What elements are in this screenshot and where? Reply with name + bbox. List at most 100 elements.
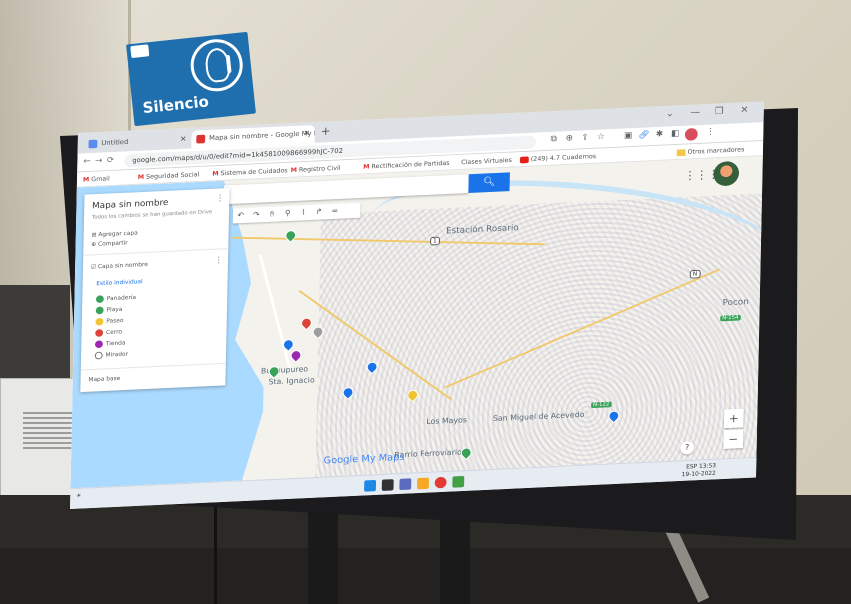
bookmark-otros[interactable]: Otros marcadores [676, 146, 745, 157]
search-icon: 🔍︎ [482, 176, 496, 188]
line-icon[interactable]: ⌇ [295, 205, 311, 221]
back-icon[interactable]: ← [83, 157, 91, 167]
account-avatar[interactable] [713, 160, 740, 187]
share-button[interactable]: ⊕ Compartir [91, 240, 127, 248]
question-icon: ? [684, 442, 690, 452]
bookmark-clases[interactable]: Clases Virtuales [461, 156, 512, 166]
basemap-toggle[interactable]: Mapa base [88, 375, 120, 383]
printer-grille [23, 409, 73, 449]
tab-label: Untitled [101, 138, 129, 147]
photo-scene: Silencio Untitled ✕ Mapa sin nombre - Go… [0, 0, 851, 604]
highway-shield: N-122 [591, 401, 612, 409]
chrome-icon[interactable] [434, 476, 447, 489]
maximize-icon[interactable]: ❐ [715, 106, 724, 117]
monitor-screen: Untitled ✕ Mapa sin nombre - Google My M… [70, 101, 764, 509]
map-pin-icon[interactable] [283, 228, 299, 243]
add-layer-button[interactable]: ⊞ Agregar capa [91, 230, 137, 239]
sign-text: Silencio [141, 92, 210, 118]
task-view-icon[interactable] [399, 478, 412, 491]
bookmark-gmail[interactable]: M Gmail [83, 175, 110, 184]
highway-shield: N-154 [720, 314, 741, 322]
marker-icon[interactable]: ⚲ [280, 206, 296, 222]
layer-item[interactable]: Mirador [94, 350, 128, 360]
style-link[interactable]: Estilo individual [96, 278, 143, 287]
zoom-icon[interactable]: ⊕ [563, 134, 575, 146]
star-icon[interactable]: ☆ [595, 132, 607, 144]
weather-widget[interactable]: ☀︎ [76, 493, 81, 500]
file-explorer-icon[interactable] [417, 477, 429, 490]
floor [0, 548, 851, 604]
zoom-in-button[interactable]: + [723, 408, 744, 429]
hand-icon[interactable]: ✋︎ [264, 206, 280, 222]
layers-panel: Mapa sin nombre ⋮ Todos los cambios se h… [80, 188, 230, 393]
ruler-icon[interactable]: ═ [327, 203, 343, 219]
folder-icon [676, 148, 686, 156]
category-dot [95, 329, 104, 337]
tab-label: Mapa sin nombre - Google My Maps [209, 129, 315, 143]
clock-date: 19-10-2022 [681, 469, 716, 479]
gmail-icon: M [137, 173, 145, 181]
bookmark-cuidados[interactable]: M Sistema de Cuidados [212, 167, 288, 178]
route-marker: 1 [430, 236, 440, 246]
category-dot [95, 295, 104, 304]
forward-icon[interactable]: → [95, 156, 103, 166]
new-tab-icon[interactable]: + [321, 124, 331, 138]
reload-icon[interactable]: ⟳ [107, 156, 115, 166]
lang-indicator: ESP [686, 463, 698, 471]
dark-shelf [0, 285, 70, 380]
category-dot [94, 340, 103, 349]
puzzle-icon[interactable]: ✱ [654, 130, 666, 142]
mymaps-favicon-icon [196, 134, 206, 144]
undo-icon[interactable]: ↶ [233, 208, 249, 224]
map-canvas[interactable]: Estación Rosario Pocon Buchupureo Sta. I… [70, 156, 763, 489]
bookmark-seguridad[interactable]: M Seguridad Social [138, 171, 200, 181]
profile-avatar[interactable] [684, 128, 698, 141]
extension-icon[interactable]: ▣ [622, 131, 634, 143]
youtube-icon [519, 155, 529, 163]
map-pin-icon[interactable] [298, 315, 315, 331]
share-icon[interactable]: ⇪ [579, 133, 591, 145]
category-dot [94, 351, 103, 360]
layer-item[interactable]: Cerro [95, 328, 122, 337]
layer-name[interactable]: ☑ Capa sin nombre [91, 261, 148, 270]
divider [80, 362, 226, 371]
layer-item[interactable]: Tienda [94, 339, 126, 349]
divider [83, 248, 229, 256]
zoom-out-button[interactable]: − [723, 429, 744, 449]
gmail-icon: M [212, 169, 219, 178]
gmail-icon: M [363, 162, 370, 171]
redo-icon[interactable]: ↷ [248, 207, 264, 223]
gmail-icon: M [290, 166, 298, 174]
link-icon[interactable]: 🔗︎ [638, 130, 650, 142]
minimize-icon[interactable]: — [690, 107, 700, 118]
search-icon[interactable] [381, 479, 394, 491]
close-icon[interactable]: ✕ [180, 135, 187, 144]
minus-icon: − [728, 432, 739, 446]
app-icon[interactable] [452, 475, 465, 488]
layer-item[interactable]: Panadería [95, 294, 136, 304]
silence-icon [188, 36, 246, 94]
close-icon[interactable]: ✕ [303, 129, 310, 138]
close-window-icon[interactable]: ✕ [740, 105, 748, 116]
bookmark-rectificacion[interactable]: M Rectificación de Partidas [363, 159, 450, 170]
layer-item[interactable]: Playa [95, 306, 123, 315]
panel-menu-icon[interactable]: ⋮ [216, 194, 225, 204]
bookmark-registro[interactable]: M Registro Civil [291, 164, 341, 174]
menu-kebab-icon[interactable]: ⋮ [704, 127, 716, 139]
map-pin-icon[interactable] [288, 348, 304, 363]
open-external-icon[interactable]: ⧉ [548, 134, 560, 146]
layer-item[interactable]: Paseo [95, 317, 124, 326]
layer-menu-icon[interactable]: ⋮ [214, 256, 223, 266]
search-button[interactable]: 🔍︎ [468, 172, 510, 194]
map-title[interactable]: Mapa sin nombre [92, 198, 169, 211]
sidepanel-icon[interactable]: ◧ [669, 129, 681, 141]
sign-tape [130, 44, 150, 59]
windows-start-icon[interactable] [364, 479, 377, 492]
finger-icon [225, 54, 232, 74]
chevron-down-icon[interactable]: ⌄ [666, 108, 674, 119]
route-icon[interactable]: ↱ [311, 204, 327, 220]
category-dot [95, 306, 104, 315]
system-clock[interactable]: ESP 13:53 19-10-2022 [682, 462, 716, 479]
bookmark-youtube[interactable]: (249) 4.7 Cuadernos [519, 152, 596, 163]
route-marker: N [689, 269, 701, 279]
